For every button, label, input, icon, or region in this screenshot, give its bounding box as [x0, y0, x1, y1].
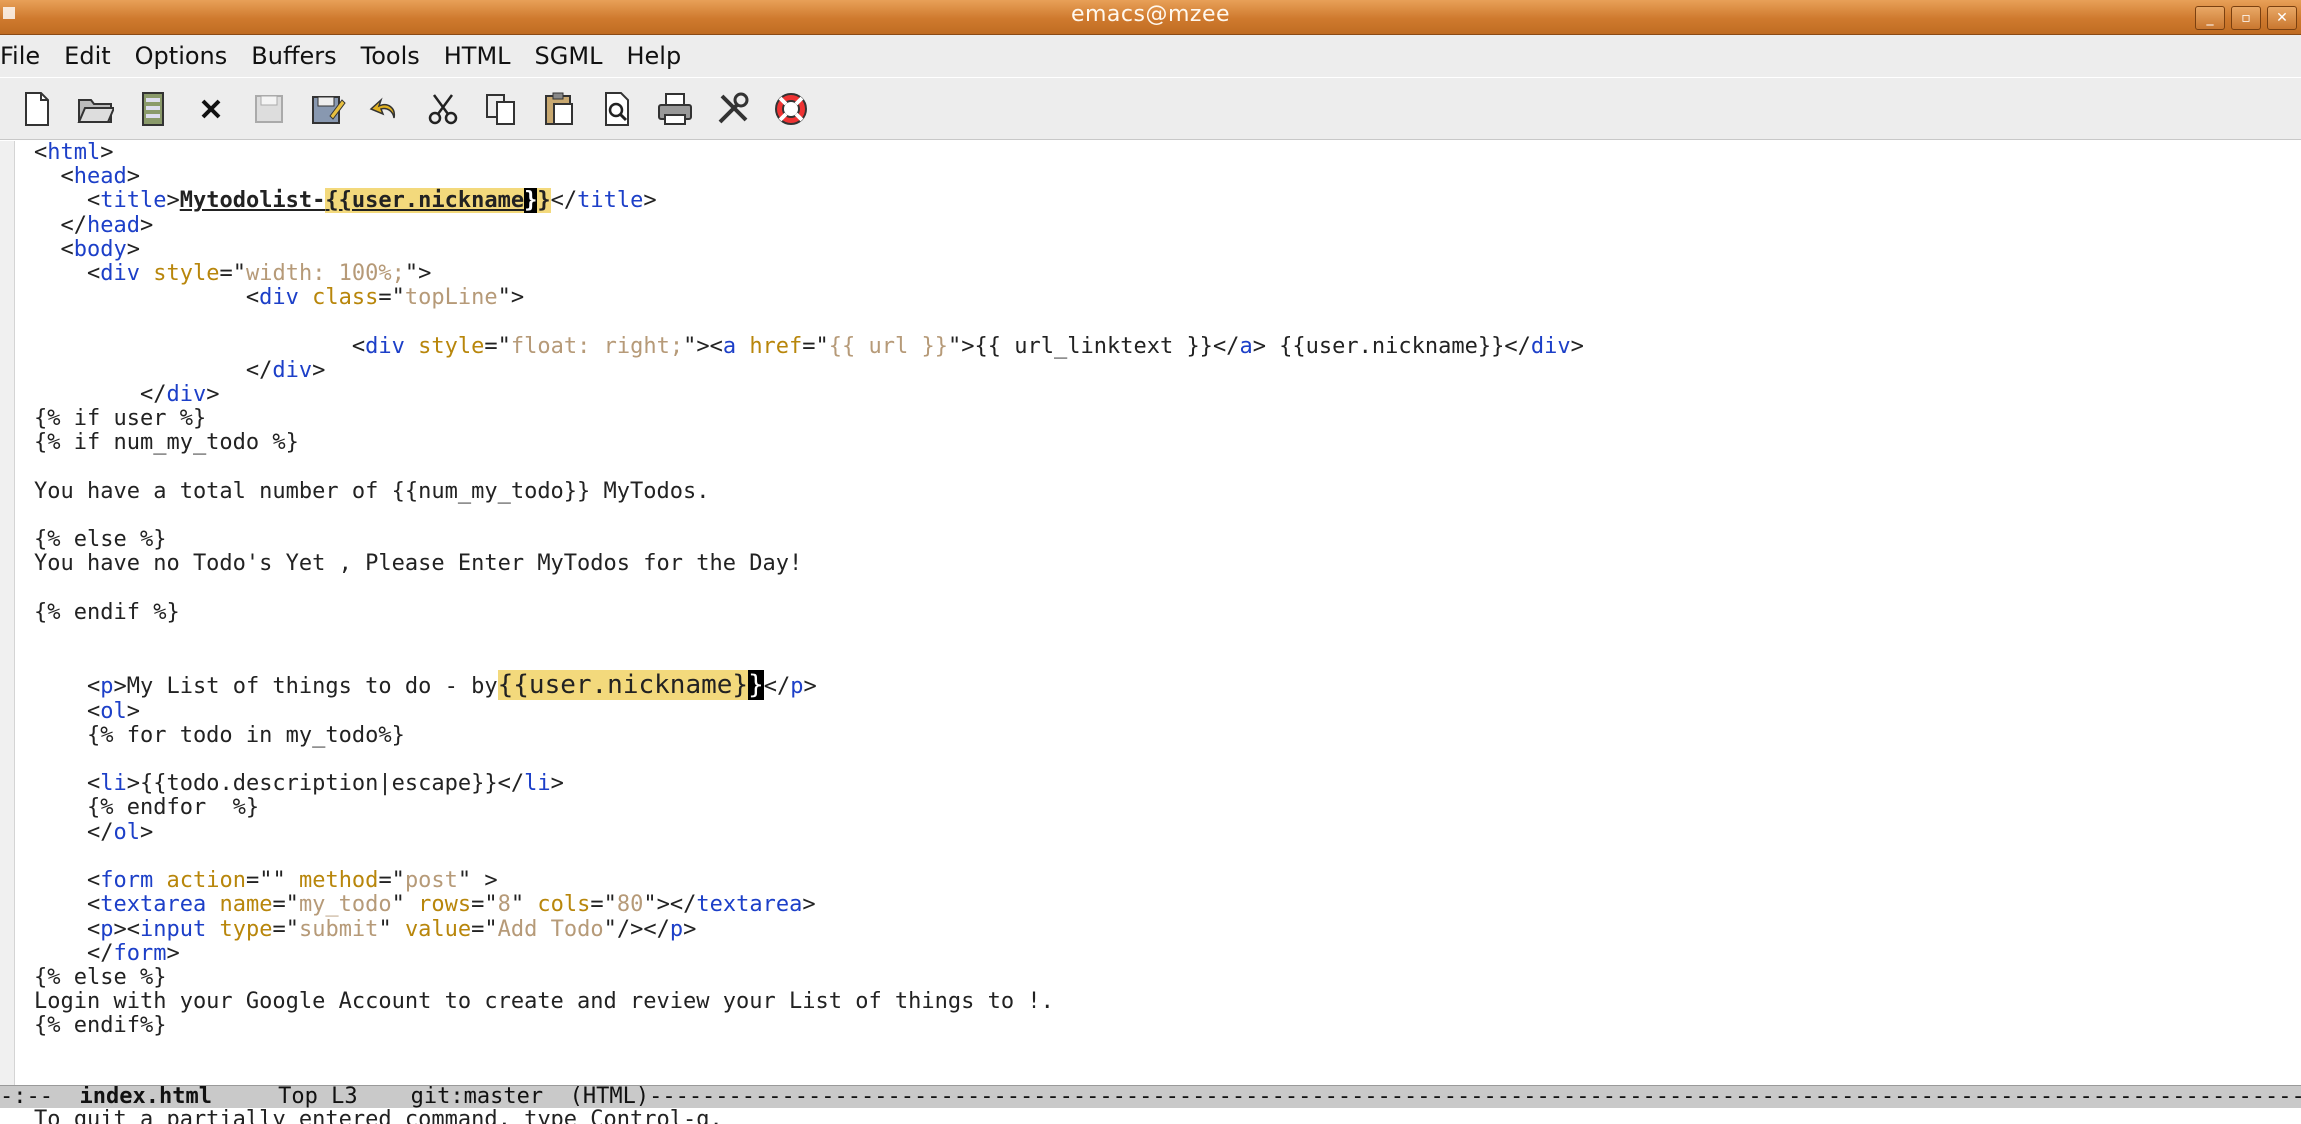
preferences-icon[interactable] [710, 86, 756, 132]
code-line[interactable]: </div> [34, 358, 326, 383]
help-icon[interactable] [768, 86, 814, 132]
code-line[interactable]: </ol> [34, 820, 153, 845]
code-line[interactable]: <ol> [34, 699, 140, 724]
code-line[interactable]: You have no Todo's Yet , Please Enter My… [34, 551, 802, 576]
copy-icon[interactable] [478, 86, 524, 132]
left-fringe [0, 141, 15, 1085]
code-line[interactable]: <div style="width: 100%;"> [34, 261, 431, 286]
save-icon[interactable] [246, 86, 292, 132]
menu-options[interactable]: Options [123, 42, 240, 70]
code-line[interactable]: <p><input type="submit" value="Add Todo"… [34, 917, 696, 942]
save-as-icon[interactable] [304, 86, 350, 132]
modeline-mode[interactable]: (HTML) [570, 1086, 649, 1108]
code-line[interactable]: <html> [34, 140, 113, 165]
menu-tools[interactable]: Tools [349, 42, 432, 70]
modeline-filler: ----------------------------------------… [649, 1085, 2301, 1108]
menu-bar: File Edit Options Buffers Tools HTML SGM… [0, 35, 2301, 77]
print-icon[interactable] [652, 86, 698, 132]
code-text[interactable]: <html> <head> <title>Mytodolist-{{user.n… [34, 140, 1584, 1039]
code-line[interactable]: {% if user %} [34, 406, 206, 431]
editor-buffer[interactable]: <html> <head> <title>Mytodolist-{{user.n… [0, 140, 2301, 1085]
code-line[interactable]: </head> [34, 213, 154, 238]
code-line[interactable]: <head> [34, 164, 140, 189]
modeline-prefix: -:-- [0, 1085, 80, 1108]
toolbar [0, 78, 2301, 140]
cut-icon[interactable] [420, 86, 466, 132]
code-line[interactable]: <li>{{todo.description|escape}}</li> [34, 771, 564, 796]
undo-icon[interactable] [362, 86, 408, 132]
open-directory-icon[interactable] [130, 86, 176, 132]
code-line[interactable]: </form> [34, 941, 180, 966]
open-folder-icon[interactable] [72, 86, 118, 132]
modeline-buffer-name[interactable]: index.html [79, 1086, 211, 1108]
code-line[interactable]: <form action="" method="post" > [34, 868, 498, 893]
menu-help[interactable]: Help [614, 42, 693, 70]
maximize-button[interactable]: ▫ [2231, 6, 2261, 30]
close-icon[interactable] [188, 86, 234, 132]
code-line[interactable]: </div> [34, 382, 220, 407]
code-line[interactable]: <div class="topLine"> [34, 285, 524, 310]
title-bar: emacs@mzee _ ▫ ✕ [0, 0, 2301, 35]
close-window-button[interactable]: ✕ [2267, 6, 2297, 30]
menu-buffers[interactable]: Buffers [239, 42, 348, 70]
code-line[interactable]: <textarea name="my_todo" rows="8" cols="… [34, 892, 816, 917]
code-line[interactable]: <body> [34, 237, 140, 262]
code-line[interactable]: <p>My List of things to do - by{{user.ni… [34, 670, 817, 701]
code-line[interactable]: Login with your Google Account to create… [34, 989, 1054, 1014]
code-line[interactable]: {% endif %} [34, 600, 180, 625]
mode-line: -:-- index.html Top L3 git:master (HTML)… [0, 1085, 2301, 1108]
code-line[interactable]: <div style="float: right;"><a href="{{ u… [34, 334, 1584, 359]
code-line[interactable]: {% if num_my_todo %} [34, 430, 299, 455]
echo-area: To quit a partially entered command, typ… [0, 1108, 2301, 1124]
paste-icon[interactable] [536, 86, 582, 132]
modeline-vc[interactable]: git:master [411, 1086, 543, 1108]
modeline-position: Top L3 [278, 1085, 358, 1108]
code-line[interactable]: {% endfor %} [34, 795, 259, 820]
code-line[interactable]: <title>Mytodolist-{{user.nickname}}</tit… [34, 188, 657, 214]
code-line[interactable]: {% for todo in my_todo%} [34, 723, 405, 748]
menu-file[interactable]: File [0, 42, 52, 70]
menu-html[interactable]: HTML [432, 42, 523, 70]
code-line[interactable]: {% else %} [34, 527, 166, 552]
menu-edit[interactable]: Edit [52, 42, 122, 70]
code-line[interactable]: {% endif%} [34, 1013, 166, 1038]
code-line[interactable]: You have a total number of {{num_my_todo… [34, 479, 710, 504]
menu-sgml[interactable]: SGML [523, 42, 615, 70]
search-icon[interactable] [594, 86, 640, 132]
window-title: emacs@mzee [1070, 2, 1231, 27]
new-file-icon[interactable] [14, 86, 60, 132]
code-line[interactable]: {% else %} [34, 965, 166, 990]
minimize-button[interactable]: _ [2195, 6, 2225, 30]
